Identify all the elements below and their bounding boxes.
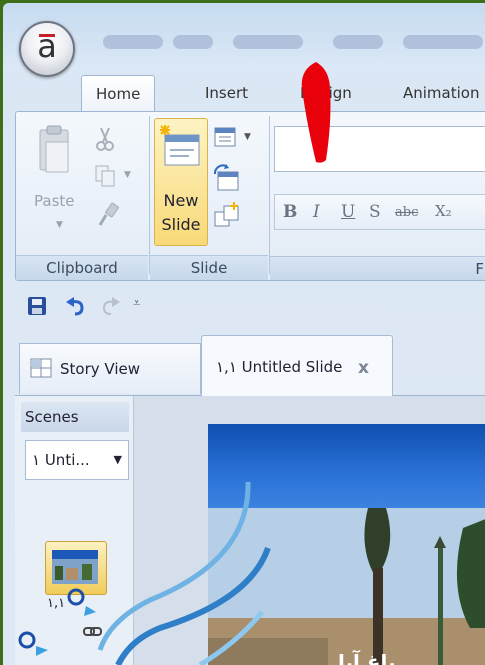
application-window: a Home Insert Design Animation Paste ▼ ▼… [3, 3, 485, 665]
cut-icon[interactable] [94, 126, 116, 152]
app-logo-icon: a [37, 27, 57, 65]
clipboard-group-label: Clipboard [16, 255, 148, 280]
scene-selector-value: ١ Unti... [32, 451, 90, 469]
story-view-icon [30, 358, 52, 378]
blurred-title [103, 35, 163, 49]
slide-canvas-area: باغ آبا [134, 396, 485, 665]
chevron-down-icon: ▼ [113, 453, 122, 466]
title-bar [3, 3, 485, 69]
reset-slide-icon[interactable] [212, 164, 240, 192]
slide-thumbnail[interactable] [45, 541, 107, 595]
group-separator [269, 116, 270, 274]
tab-design[interactable]: Design [300, 75, 352, 111]
copy-dropdown-icon[interactable]: ▼ [124, 170, 131, 180]
blurred-title [403, 35, 483, 49]
italic-button[interactable]: I [313, 202, 320, 222]
layout-icon[interactable] [212, 126, 238, 148]
slide-canvas[interactable]: باغ آبا [208, 424, 485, 665]
slide-overlay-text: باغ آبا [338, 650, 396, 665]
tab-untitled-slide[interactable]: ١,١ Untitled Slide x [201, 335, 393, 396]
shadow-button[interactable]: S [369, 202, 381, 222]
ribbon-tab-bar: Home Insert Design Animation [3, 73, 485, 113]
paste-label[interactable]: Paste [34, 192, 75, 210]
slide-header-band [208, 424, 485, 508]
font-format-toolbar: B I U S abc X₂ [274, 194, 485, 230]
paste-dropdown-icon[interactable]: ▼ [56, 220, 63, 230]
new-slide-label-line1: New [163, 191, 199, 210]
slide-group-label: Slide [150, 255, 268, 280]
new-slide-label-line2: Slide [161, 215, 201, 234]
underline-button[interactable]: U [341, 202, 355, 222]
thumbnail-image [52, 550, 98, 584]
layout-dropdown-icon[interactable]: ▼ [244, 132, 251, 142]
tab-story-view[interactable]: Story View [19, 343, 201, 394]
blurred-title [333, 35, 383, 49]
thumbnail-caption: ١,١ [47, 596, 66, 611]
blurred-title [173, 35, 213, 49]
ribbon-panel: Paste ▼ ▼ Clipboard New Slide ▼ Slide B … [15, 111, 485, 281]
strikethrough-button[interactable]: abc [395, 205, 418, 220]
format-painter-icon[interactable] [96, 202, 120, 228]
redo-icon[interactable] [99, 296, 121, 316]
garden-photo-image [208, 508, 485, 665]
group-separator [149, 116, 150, 274]
application-menu-button[interactable]: a [19, 21, 75, 77]
blurred-title [233, 35, 303, 49]
tab-insert[interactable]: Insert [205, 75, 248, 111]
paste-icon[interactable] [34, 124, 74, 184]
copy-icon[interactable] [94, 164, 116, 188]
tab-animation[interactable]: Animation [403, 75, 479, 111]
slide-tab-label: ١,١ Untitled Slide [216, 358, 343, 376]
new-slide-button[interactable]: New Slide [154, 118, 208, 246]
duplicate-slide-icon[interactable] [212, 202, 242, 230]
scenes-header: Scenes [21, 402, 129, 432]
undo-icon[interactable] [65, 296, 87, 316]
customize-icon[interactable]: ⩡ [133, 296, 140, 311]
quick-access-toolbar: ⩡ [15, 286, 485, 324]
font-name-input[interactable] [274, 126, 485, 172]
scene-selector-dropdown[interactable]: ١ Unti... ▼ [25, 440, 129, 480]
save-icon[interactable] [27, 296, 47, 316]
story-view-label: Story View [60, 360, 140, 378]
font-group-label: F [270, 256, 485, 280]
tab-home[interactable]: Home [81, 75, 156, 112]
close-tab-icon[interactable]: x [358, 358, 369, 378]
new-slide-icon [160, 125, 200, 166]
slide-photo [208, 508, 485, 665]
scenes-panel: Scenes ١ Unti... ▼ ١,١ [15, 396, 134, 665]
subscript-button[interactable]: X₂ [435, 202, 452, 220]
document-tab-bar: Story View ١,١ Untitled Slide x [15, 333, 485, 396]
bold-button[interactable]: B [283, 202, 297, 222]
